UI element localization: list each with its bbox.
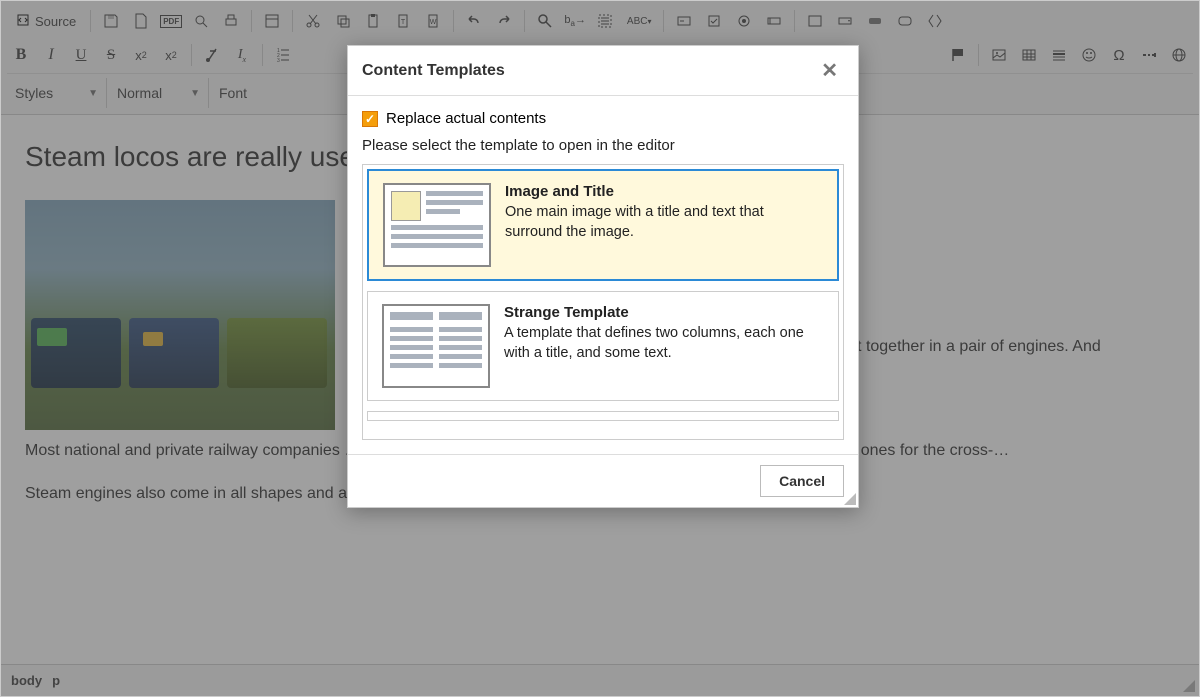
replace-contents-checkbox[interactable]: ✓ xyxy=(362,111,378,127)
template-thumbnail-icon xyxy=(382,304,490,388)
template-title: Image and Title xyxy=(505,183,823,200)
instruction-text: Please select the template to open in th… xyxy=(362,137,844,154)
replace-contents-row: ✓ Replace actual contents xyxy=(362,110,844,127)
replace-contents-label[interactable]: Replace actual contents xyxy=(386,110,546,127)
template-description: A template that defines two columns, eac… xyxy=(504,324,824,363)
dialog-title: Content Templates xyxy=(362,62,505,80)
dialog-header: Content Templates ✕ xyxy=(348,46,858,96)
close-icon[interactable]: ✕ xyxy=(815,56,844,85)
template-image-and-title[interactable]: Image and Title One main image with a ti… xyxy=(367,169,839,281)
dialog-body: ✓ Replace actual contents Please select … xyxy=(348,96,858,454)
content-templates-dialog: Content Templates ✕ ✓ Replace actual con… xyxy=(347,45,859,508)
template-thumbnail-icon xyxy=(383,183,491,267)
dialog-resize-grip-icon[interactable] xyxy=(844,493,856,505)
template-title: Strange Template xyxy=(504,304,824,321)
editor-window: Source PDF T W ba→ ABC▾ xyxy=(0,0,1200,697)
template-item-partial[interactable] xyxy=(367,411,839,421)
dialog-footer: Cancel xyxy=(348,454,858,507)
template-strange-template[interactable]: Strange Template A template that defines… xyxy=(367,291,839,401)
cancel-button[interactable]: Cancel xyxy=(760,465,844,497)
template-list[interactable]: Image and Title One main image with a ti… xyxy=(362,164,844,440)
template-description: One main image with a title and text tha… xyxy=(505,203,823,242)
